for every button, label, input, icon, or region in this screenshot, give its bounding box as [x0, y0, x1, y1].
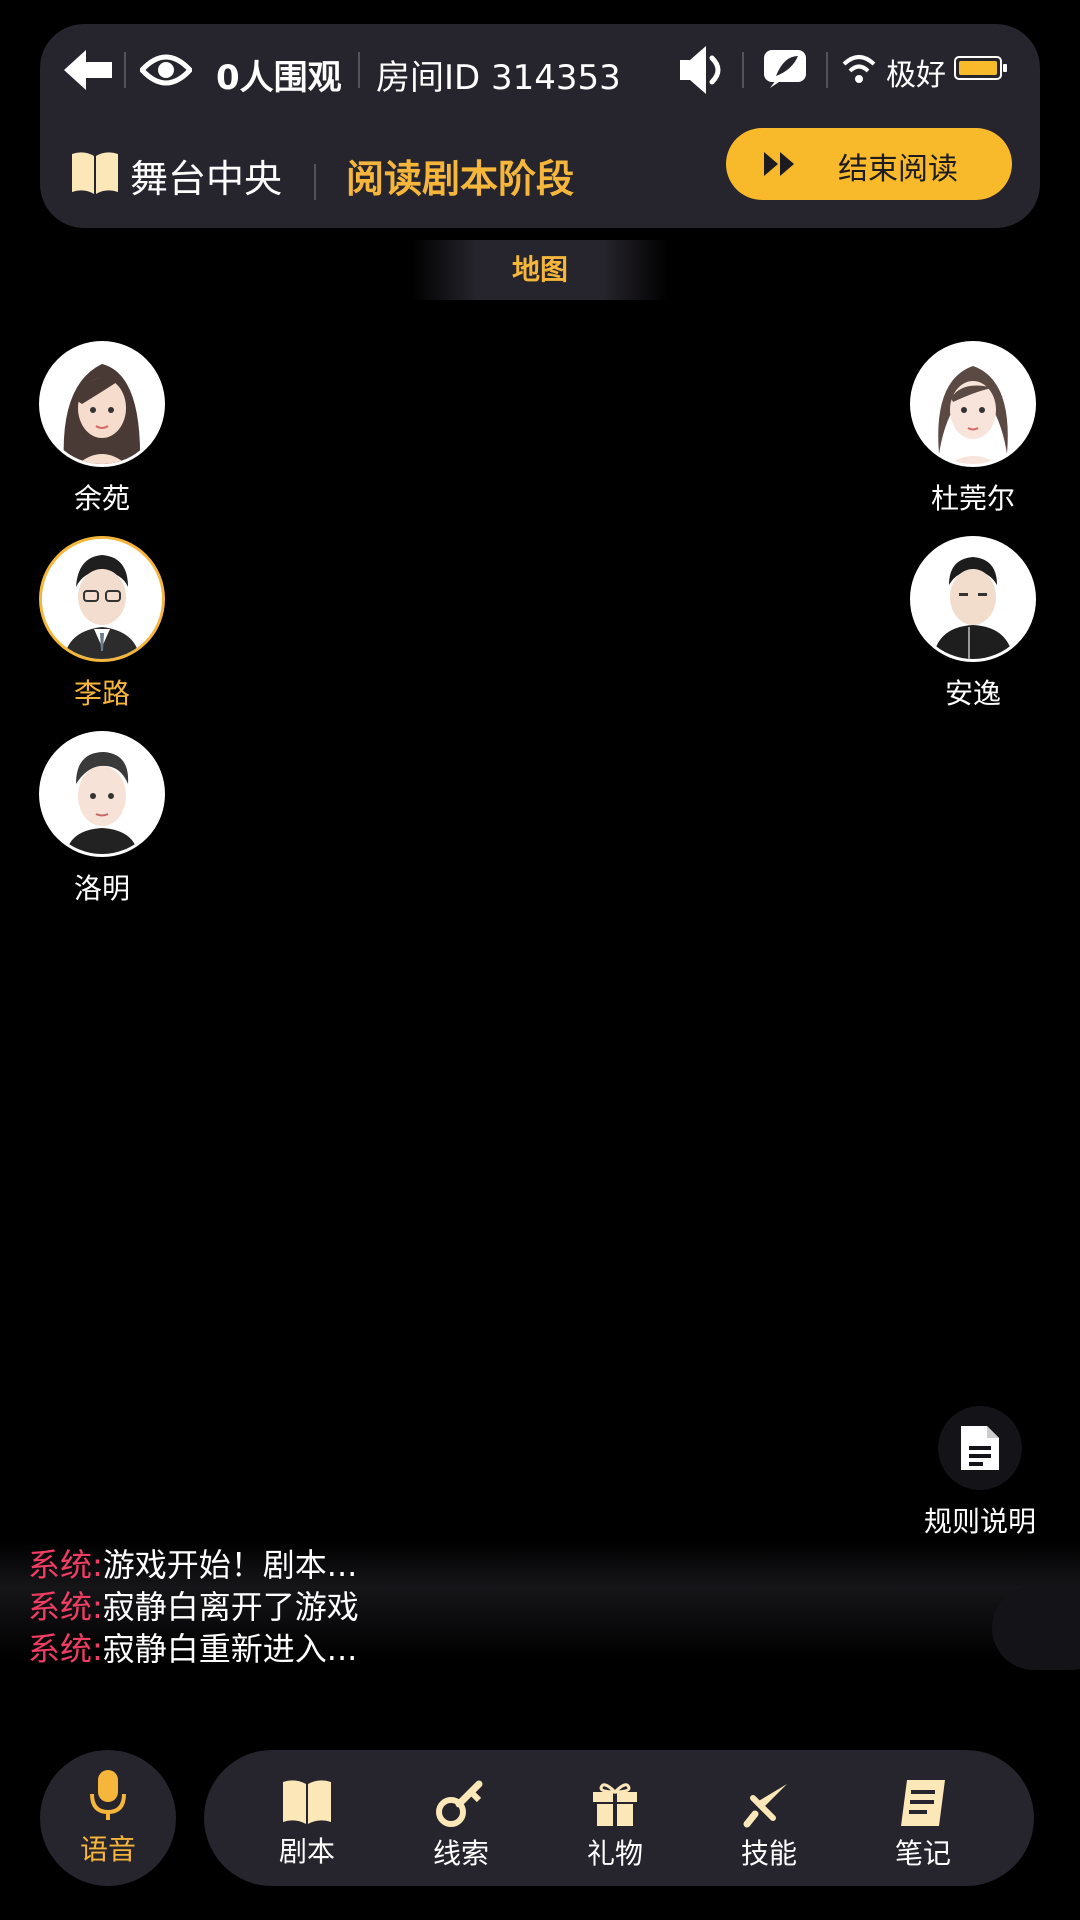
chat-message: 系统:游戏开始！剧本...	[28, 1544, 359, 1586]
tool-label: 剧本	[278, 1835, 335, 1868]
avatar	[39, 536, 165, 662]
side-handle[interactable]	[992, 1586, 1080, 1670]
chat-sender: 系统:	[28, 1546, 103, 1584]
notes-icon	[901, 1780, 945, 1826]
end-reading-button[interactable]: 结束阅读	[726, 128, 1012, 200]
chat-log: 系统:游戏开始！剧本... 系统:寂静白离开了游戏 系统:寂静白重新进入...	[28, 1544, 359, 1670]
divider	[314, 164, 316, 200]
tool-label: 技能	[740, 1837, 797, 1870]
avatar	[39, 731, 165, 857]
player-seat[interactable]: 洛明	[37, 731, 167, 907]
chat-message: 系统:寂静白重新进入...	[28, 1628, 359, 1670]
gift-button[interactable]: 礼物	[560, 1778, 670, 1872]
chat-text: 寂静白离开了游戏	[102, 1588, 359, 1626]
player-seat[interactable]: 杜莞尔	[908, 341, 1038, 517]
back-arrow-icon[interactable]	[60, 46, 116, 94]
clues-button[interactable]: 线索	[406, 1778, 516, 1872]
feather-message-icon[interactable]	[762, 48, 808, 90]
top-panel: 0人围观 房间ID 314353 极好 舞台中央 阅读剧本阶段 结束阅读	[40, 24, 1040, 228]
room-id: 房间ID 314353	[376, 58, 621, 98]
microphone-icon	[90, 1770, 126, 1820]
tool-bar: 剧本 线索 礼物 技能 笔记	[204, 1750, 1034, 1886]
rules-button[interactable]: 规则说明	[914, 1406, 1046, 1540]
end-reading-label: 结束阅读	[838, 152, 958, 187]
avatar	[910, 536, 1036, 662]
eye-icon	[138, 50, 194, 90]
rules-circle	[938, 1406, 1022, 1490]
viewer-count: 0人围观	[216, 58, 342, 98]
rules-label: 规则说明	[923, 1505, 1036, 1538]
divider	[742, 52, 744, 88]
player-name: 余苑	[73, 482, 130, 515]
avatar	[39, 341, 165, 467]
script-button[interactable]: 剧本	[252, 1778, 362, 1870]
voice-label: 语音	[79, 1833, 136, 1866]
tool-label: 线索	[432, 1837, 489, 1870]
divider	[358, 52, 360, 88]
skills-button[interactable]: 技能	[714, 1778, 824, 1872]
phase-label: 阅读剧本阶段	[346, 157, 575, 201]
chat-sender: 系统:	[28, 1588, 103, 1626]
gift-icon	[593, 1783, 637, 1826]
player-name: 李路	[73, 677, 130, 710]
chat-text: 寂静白重新进入...	[102, 1630, 358, 1668]
stage-label: 舞台中央	[130, 157, 283, 201]
chat-message: 系统:寂静白离开了游戏	[28, 1586, 359, 1628]
tool-label: 礼物	[586, 1837, 643, 1870]
player-seat[interactable]: 安逸	[908, 536, 1038, 712]
player-seat[interactable]: 余苑	[37, 341, 167, 517]
book-icon	[283, 1780, 331, 1824]
player-name: 安逸	[944, 677, 1001, 710]
map-tab[interactable]: 地图	[412, 240, 668, 300]
divider	[826, 52, 828, 88]
key-icon	[436, 1780, 483, 1827]
player-name: 杜莞尔	[930, 482, 1015, 515]
network-status: 极好	[886, 58, 946, 93]
avatar	[910, 341, 1036, 467]
wifi-icon	[842, 54, 876, 84]
book-icon	[70, 150, 120, 196]
chat-text: 游戏开始！剧本...	[102, 1546, 358, 1584]
player-name: 洛明	[73, 872, 130, 905]
notes-button[interactable]: 笔记	[868, 1778, 978, 1872]
tool-label: 笔记	[894, 1837, 951, 1870]
fast-forward-icon	[764, 152, 794, 176]
speaker-icon[interactable]	[676, 42, 726, 98]
dagger-icon	[743, 1784, 787, 1828]
player-seat-active[interactable]: 李路	[37, 536, 167, 712]
chat-sender: 系统:	[28, 1630, 103, 1668]
battery-icon	[954, 56, 1008, 80]
divider	[124, 52, 126, 88]
document-icon	[961, 1426, 999, 1470]
voice-button[interactable]: 语音	[40, 1750, 176, 1886]
